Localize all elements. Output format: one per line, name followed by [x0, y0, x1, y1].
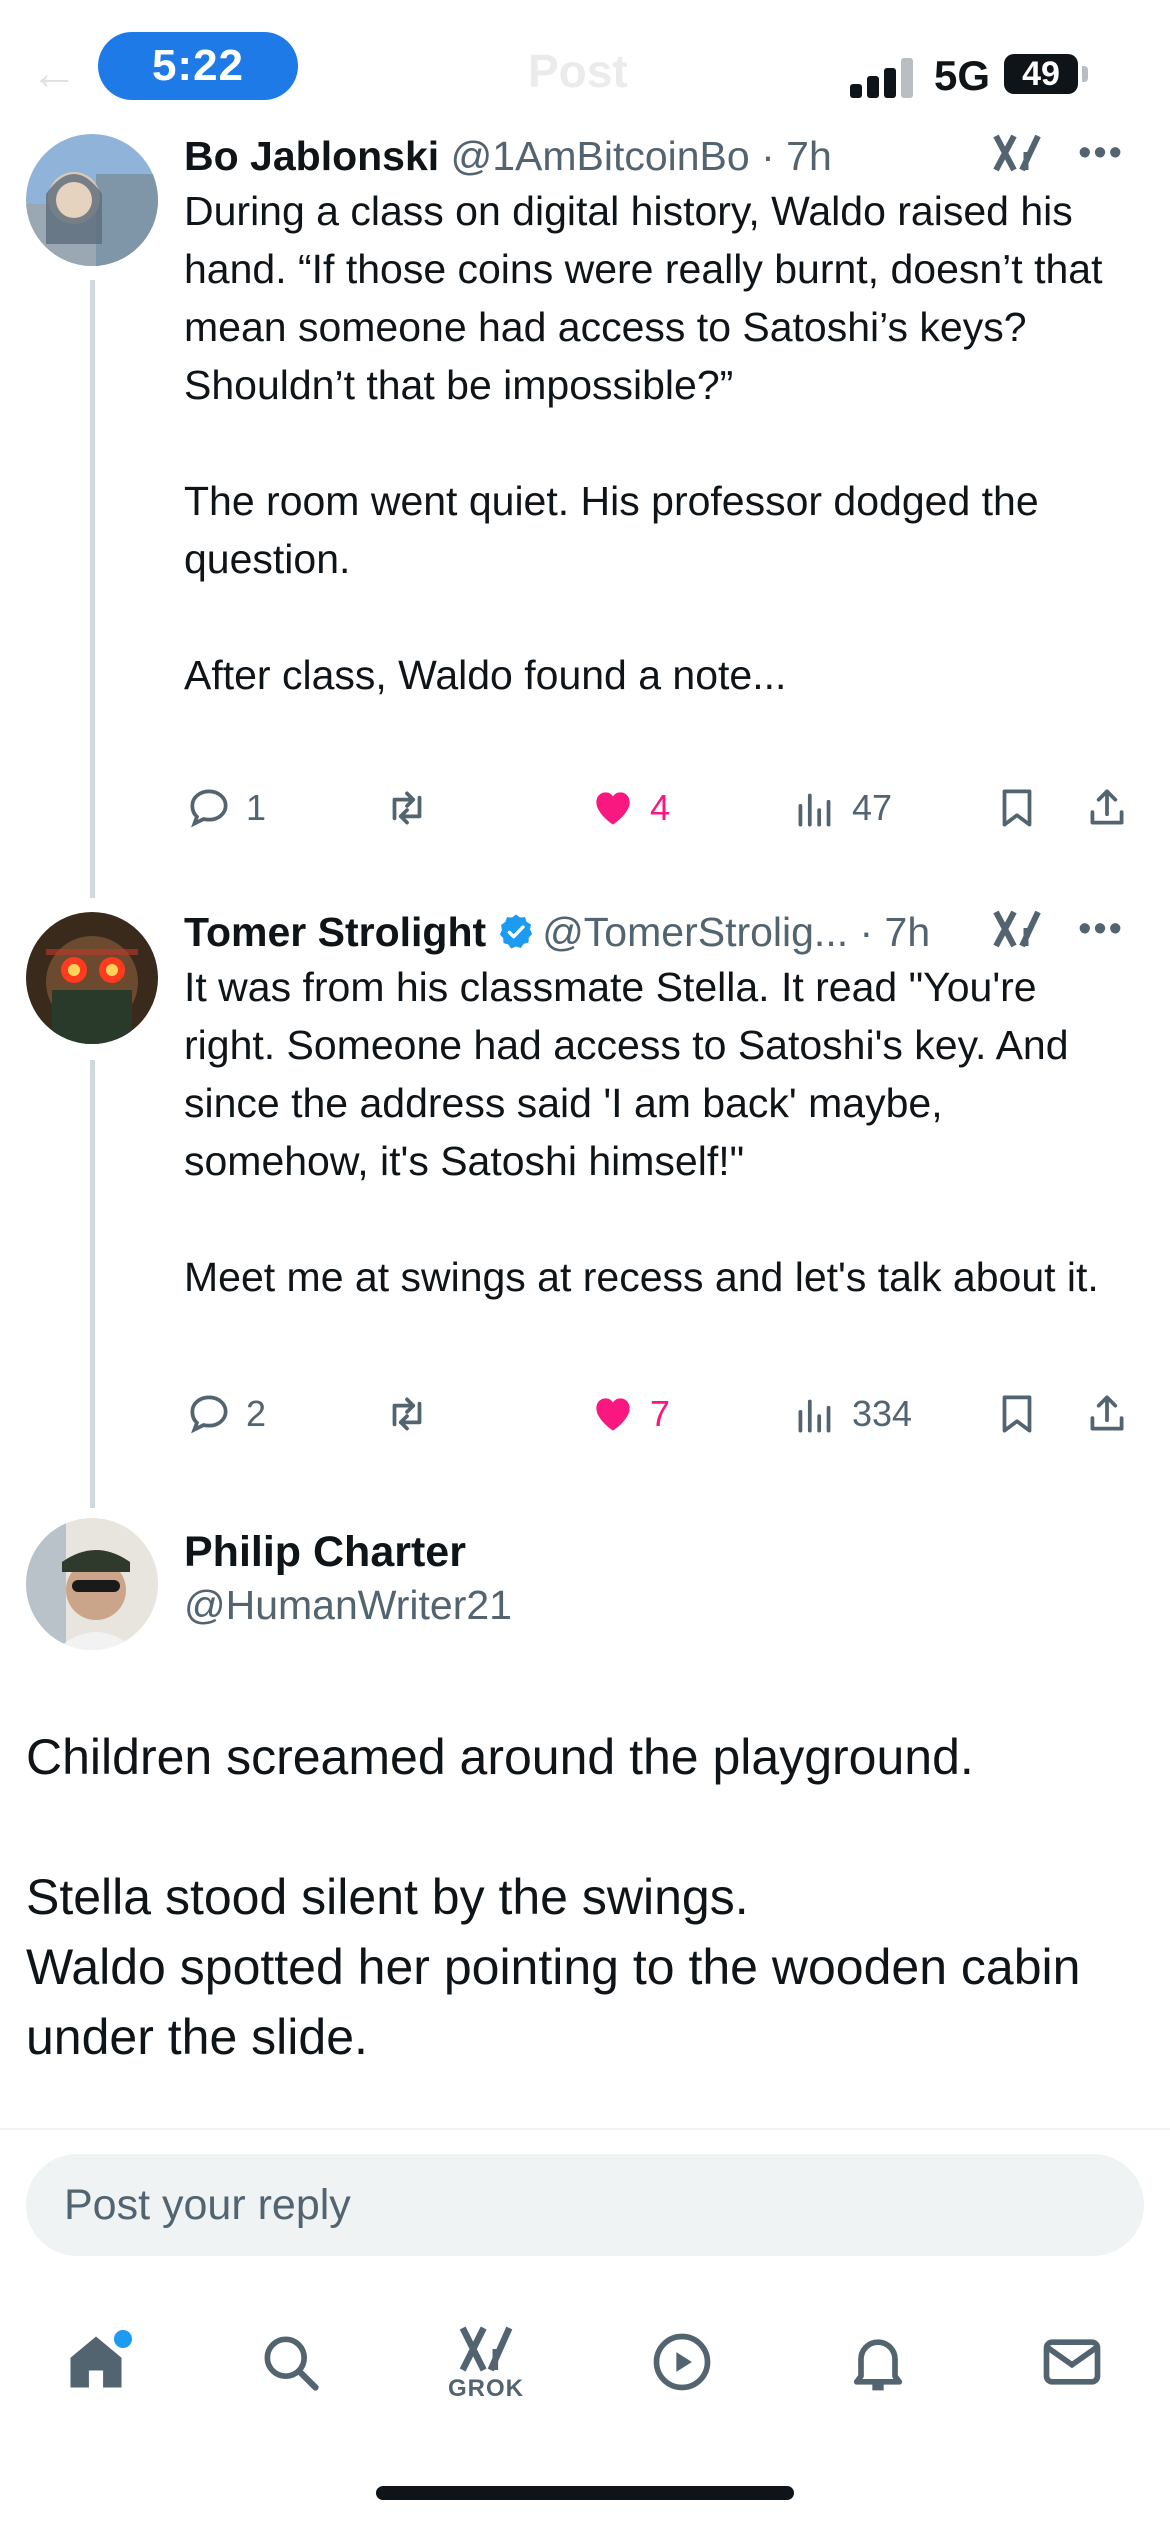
bookmark-button[interactable]: [992, 1384, 1042, 1444]
tab-notifications[interactable]: [828, 2312, 928, 2412]
more-options-icon[interactable]: •••: [1078, 132, 1124, 175]
avatar-photo-philip: [26, 1518, 158, 1650]
video-icon: [653, 2333, 711, 2391]
heart-filled-icon: [596, 1398, 630, 1431]
like-count: 4: [650, 787, 671, 828]
reply-post[interactable]: Tomer Strolight @TomerStrolig... · 7h •••…: [184, 906, 1124, 1306]
tab-home[interactable]: [46, 2312, 146, 2412]
status-bar: ← 5:22 Post 5G 49: [0, 0, 1170, 140]
main-post-text: Children screamed around the playground.…: [26, 1729, 1081, 2065]
reply-post[interactable]: Bo Jablonski @1AmBitcoinBo · 7h ••• Duri…: [184, 130, 1124, 704]
share-icon: [1090, 1395, 1124, 1431]
share-button[interactable]: [1082, 778, 1132, 838]
author-handle[interactable]: @HumanWriter21: [184, 1582, 512, 1629]
author-handle[interactable]: @1AmBitcoinBo · 7h: [451, 133, 832, 179]
network-type: 5G: [934, 52, 991, 99]
bookmark-button[interactable]: [992, 778, 1042, 838]
repost-button[interactable]: [382, 1384, 432, 1444]
divider: [0, 2128, 1170, 2130]
bookmark-icon: [1002, 789, 1032, 827]
author-name[interactable]: Philip Charter: [184, 1528, 466, 1577]
post-text: It was from his classmate Stella. It rea…: [184, 964, 1099, 1300]
post-top-icons: •••: [992, 906, 1124, 952]
share-icon: [1090, 789, 1124, 825]
search-icon: [264, 2336, 319, 2391]
reply-button[interactable]: 2: [184, 1384, 266, 1444]
grok-label: GROK: [448, 2375, 524, 2402]
post-top-icons: •••: [992, 130, 1124, 176]
author-name[interactable]: Bo Jablonski: [184, 133, 439, 179]
repost-icon: [392, 1397, 422, 1431]
home-indicator: [376, 2486, 794, 2500]
repost-button[interactable]: [382, 778, 432, 838]
back-arrow-icon[interactable]: ←: [30, 46, 78, 101]
author-handle[interactable]: @TomerStrolig... · 7h: [542, 909, 930, 955]
avatar[interactable]: [26, 1518, 158, 1650]
grok-icon[interactable]: [992, 130, 1044, 176]
reply-input[interactable]: [26, 2154, 1144, 2256]
view-count: 334: [852, 1393, 913, 1434]
author-name[interactable]: Tomer Strolight: [184, 909, 486, 955]
status-time: 5:22: [98, 32, 298, 100]
share-button[interactable]: [1082, 1384, 1132, 1444]
battery-cap: [1082, 66, 1088, 82]
bookmark-icon: [1002, 1395, 1032, 1433]
avatar[interactable]: [26, 912, 158, 1044]
signal-icon: [850, 58, 920, 98]
tab-messages[interactable]: [1022, 2312, 1122, 2412]
post-header: Tomer Strolight @TomerStrolig... · 7h: [184, 906, 1124, 958]
grok-icon: [459, 2326, 513, 2372]
views-button[interactable]: 334: [790, 1384, 912, 1444]
thread-line: [90, 280, 95, 898]
thread-line: [90, 1060, 95, 1508]
more-options-icon[interactable]: •••: [1078, 908, 1124, 951]
reply-icon: [190, 1395, 228, 1434]
reply-count: 1: [246, 787, 267, 828]
post-text: During a class on digital history, Waldo…: [184, 188, 1103, 698]
messages-icon: [1043, 2339, 1101, 2385]
avatar[interactable]: [26, 134, 158, 266]
tab-search[interactable]: [240, 2312, 340, 2412]
avatar-photo-bo: [26, 134, 158, 266]
page-title: Post: [528, 45, 628, 97]
battery-icon: 49: [1004, 54, 1078, 94]
post-header: Bo Jablonski @1AmBitcoinBo · 7h: [184, 130, 1124, 182]
tab-video[interactable]: [632, 2312, 732, 2412]
views-icon: [798, 793, 831, 827]
notification-dot: [114, 2330, 132, 2348]
reply-count: 2: [246, 1393, 267, 1434]
view-count: 47: [852, 787, 893, 828]
post-actions: 1 4 47: [184, 778, 1124, 838]
repost-icon: [392, 791, 422, 825]
notifications-icon: [853, 2339, 903, 2391]
views-button[interactable]: 47: [790, 778, 892, 838]
post-actions: 2 7 334: [184, 1384, 1124, 1444]
avatar-photo-tomer: [26, 912, 158, 1044]
tab-grok[interactable]: GROK: [436, 2312, 536, 2412]
views-icon: [798, 1399, 831, 1433]
grok-icon[interactable]: [992, 906, 1044, 952]
like-button[interactable]: 4: [588, 778, 670, 838]
like-button[interactable]: 7: [588, 1384, 670, 1444]
like-count: 7: [650, 1393, 671, 1434]
reply-box[interactable]: [26, 2154, 1144, 2256]
verified-badge-icon: [500, 914, 533, 949]
reply-icon: [190, 789, 228, 828]
reply-button[interactable]: 1: [184, 778, 266, 838]
bottom-tab-bar: GROK: [0, 2290, 1170, 2440]
heart-filled-icon: [596, 792, 630, 825]
